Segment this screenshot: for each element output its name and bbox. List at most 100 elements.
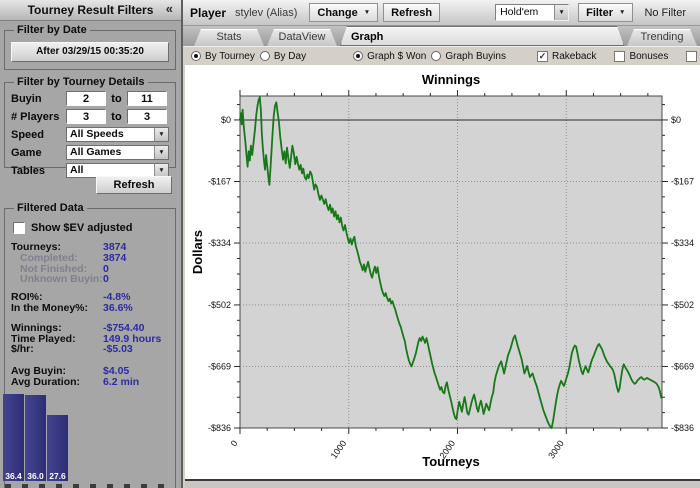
finish-bar-label: 36.4 [5,471,22,481]
buyin-to-input[interactable] [127,91,167,106]
checkbox-rakeback[interactable]: ✓ Rakeback [536,50,597,62]
players-to-input[interactable] [127,109,167,124]
finish-distribution-bars: 36.4 36.0 27.6 [3,394,69,481]
stat-label: In the Money%: [11,301,89,314]
filter-by-date-legend: Filter by Date [17,24,87,36]
tab-graph[interactable]: Graph [340,26,624,46]
player-bar: Player stylev (Alias) Change ▼ Refresh H… [183,0,700,26]
stat-label: Winnings: [11,321,62,334]
speed-row: Speed All Speeds ▼ [11,126,169,143]
stat-row: Completed: 3874 [11,251,175,264]
checkbox-icon: ✓ [536,50,548,62]
players-from-input[interactable] [66,109,106,124]
stat-value: 0 [103,273,109,286]
radio-label: By Day [273,50,307,62]
checkbox-label: Rakeback [551,50,597,62]
stat-label: Unknown Buyin: [20,273,103,286]
stat-group: Avg Buyin: $4.05 Avg Duration: 6.2 min [11,366,175,388]
game-type-select[interactable]: Hold'em ▼ [495,4,570,21]
show-ev-adjusted-label: Show $EV adjusted [31,222,133,234]
y-tick-label: -$334 [671,238,694,248]
chevron-down-icon: ▼ [363,9,371,16]
sidebar-title: Tourney Result Filters [27,3,154,17]
show-ev-adjusted-checkbox[interactable]: Show $EV adjusted [13,222,175,234]
radio-icon [191,51,201,61]
y-tick-label: -$669 [671,361,694,371]
checkbox-icon [614,50,626,62]
stat-value: -$5.03 [103,343,133,356]
filter-by-date-group: Filter by Date After 03/29/15 00:35:20 [4,24,176,70]
tourney-filters-sidebar: Tourney Result Filters « Filter by Date … [0,0,183,488]
filter-status: No Filter [644,6,686,19]
stat-group: Winnings: -$754.40 Time Played: 149.9 hours… [11,321,175,355]
stat-row: Unknown Buyin: 0 [11,274,175,285]
stat-value: 0 [103,262,109,275]
player-label: Player [190,5,227,20]
change-player-button[interactable]: Change ▼ [309,3,379,22]
date-filter-button[interactable]: After 03/29/15 00:35:20 [11,41,169,62]
radio-by-day[interactable]: By Day [259,50,307,62]
tab-trending[interactable]: Trending [627,29,697,46]
stat-value: 6.2 min [103,375,140,388]
radio-label: Graph Buyins [445,50,506,62]
stat-row: In the Money%: 36.6% [11,303,175,314]
buyin-from-input[interactable] [66,91,106,106]
filter-by-details-legend: Filter by Tourney Details [17,76,145,88]
checkbox-bonuses[interactable]: Bonuses [614,50,669,62]
sidebar-header: Tourney Result Filters « [0,0,181,21]
chevron-down-icon[interactable]: ▼ [154,146,168,159]
game-select-value: All Games [70,146,122,158]
players-label: # Players [11,110,60,123]
finish-bar: 36.4 [3,394,24,481]
filter-button-label: Filter [586,6,613,19]
chevron-down-icon[interactable]: ▼ [554,5,569,20]
game-select[interactable]: All Games ▼ [66,145,169,160]
x-axis-label: Tourneys [422,454,480,469]
speed-label: Speed [11,128,45,141]
stat-value: 36.6% [103,301,133,314]
refresh-player-button[interactable]: Refresh [383,3,441,22]
main-area: Player stylev (Alias) Change ▼ Refresh H… [183,0,700,488]
y-tick-label: $0 [221,115,231,125]
stat-label: Avg Duration: [11,375,81,388]
sidebar-refresh-button[interactable]: Refresh [96,176,172,194]
filtered-stats: Tourneys: 3874 Completed: 3874 Not Finished:… [11,242,175,388]
radio-icon [259,51,270,61]
y-tick-label: $0 [671,115,681,125]
checkbox-icon [686,50,698,62]
finish-bar-label: 27.6 [49,471,66,481]
game-type-value: Hold'em [500,6,539,18]
checkbox-label: Bonuses [629,50,669,62]
stat-label: Completed: [20,251,78,264]
radio-by-tourney[interactable]: By Tourney [191,51,255,62]
tab-strip: Stats DataView Graph Trending [183,26,700,46]
stat-group: ROI%: -4.8% In the Money%: 36.6% [11,292,175,314]
checkbox-show-luck-adj[interactable]: Show Luck Adj [686,50,700,62]
change-player-label: Change [317,6,358,19]
stat-value: -$754.40 [103,321,145,334]
radio-graph-won[interactable]: Graph $ Won [353,51,426,62]
chevron-down-icon[interactable]: ▼ [154,128,168,141]
checkbox-icon [13,222,25,234]
speed-select[interactable]: All Speeds ▼ [66,127,169,142]
y-tick-label: -$167 [208,176,231,186]
y-tick-label: -$334 [208,238,231,248]
speed-select-value: All Speeds [70,128,124,140]
finish-bar: 36.0 [25,395,46,481]
filter-button[interactable]: Filter ▼ [578,3,634,22]
radio-graph-buyins[interactable]: Graph Buyins [431,51,506,62]
to-label: to [111,110,122,123]
tab-stats[interactable]: Stats [194,29,264,46]
tab-dataview[interactable]: DataView [267,29,337,46]
stat-value: 3874 [103,251,127,264]
game-label: Game [11,146,42,159]
radio-icon [353,51,364,61]
panel-bottom-edge [185,479,700,488]
collapse-sidebar-icon[interactable]: « [166,1,173,16]
stat-row: $/hr: -$5.03 [11,344,175,355]
radio-icon [431,51,442,61]
y-axis-label: Dollars [190,230,205,275]
filtered-data-legend: Filtered Data [17,202,84,214]
graph-controls-row: By Tourney By Day Graph $ Won Graph Buyins ✓… [183,46,700,65]
y-tick-label: -$836 [671,423,694,433]
